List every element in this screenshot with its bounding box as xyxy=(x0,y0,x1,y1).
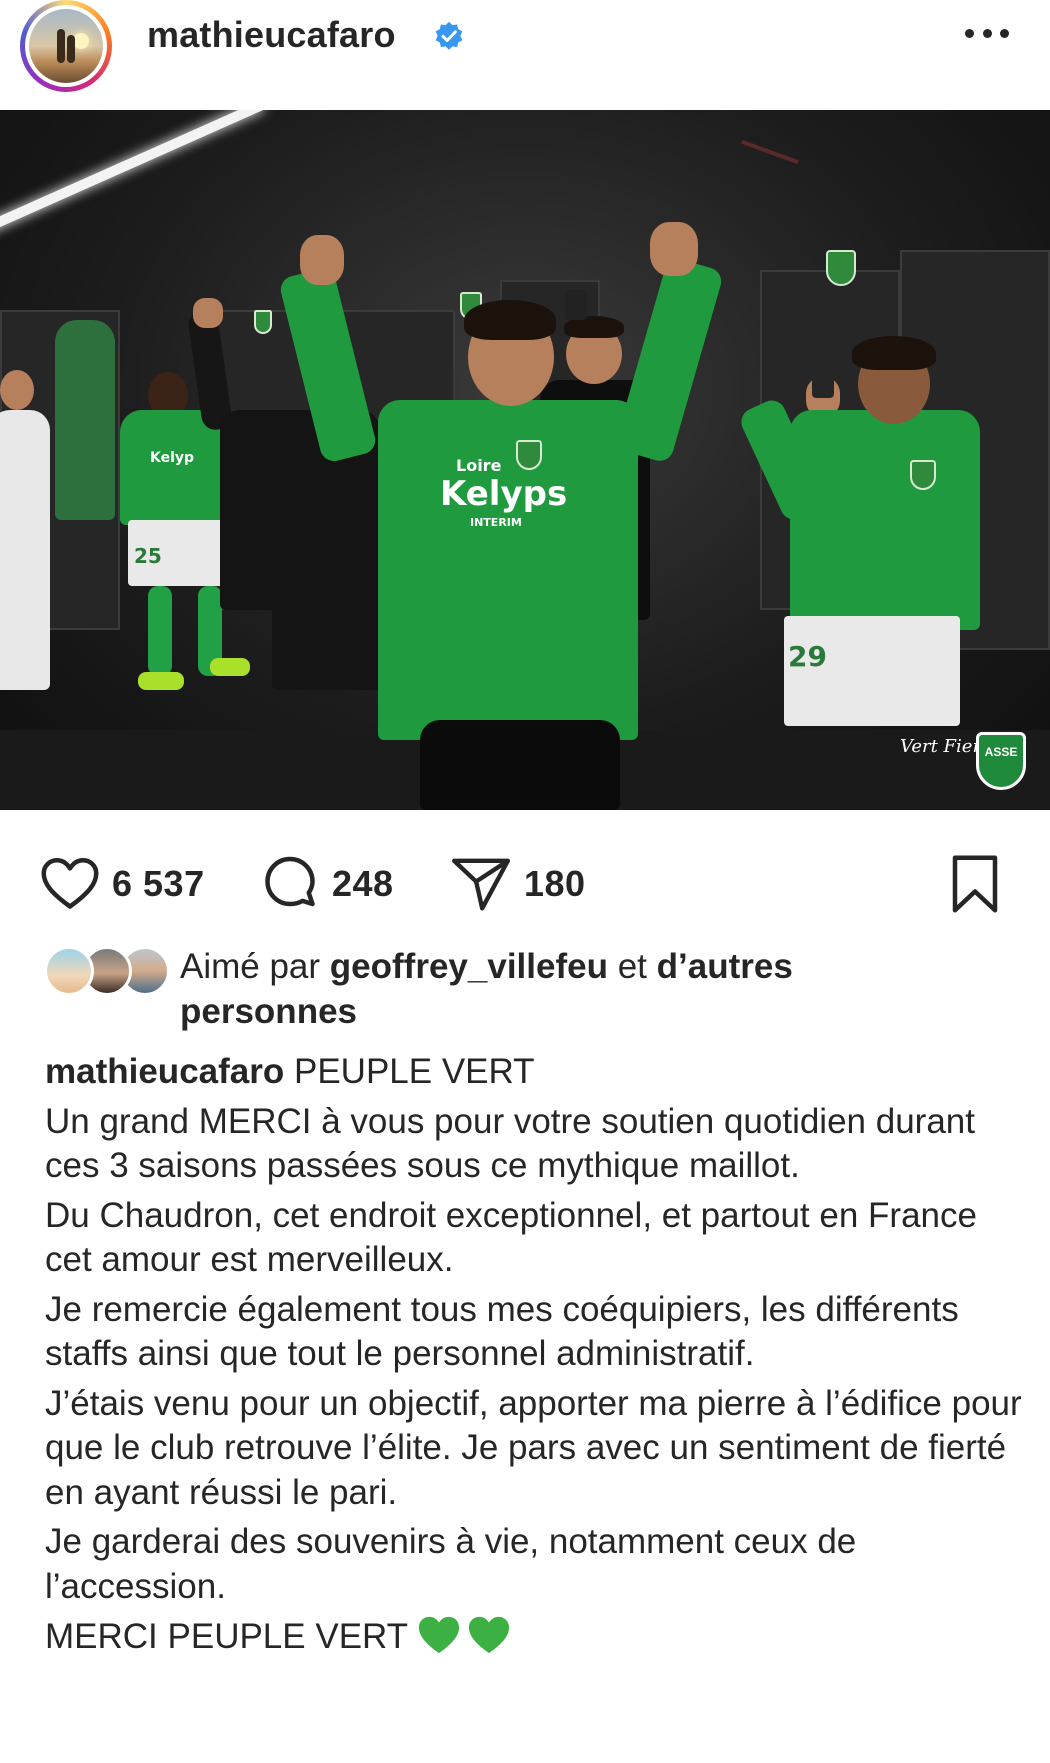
liker-avatar[interactable] xyxy=(44,946,94,996)
liked-by-user[interactable]: geoffrey_villefeu xyxy=(330,947,608,986)
caption-paragraph: Je remercie également tous mes coéquipie… xyxy=(45,1289,959,1374)
caption-paragraph: J’étais venu pour un objectif, apporter … xyxy=(45,1383,1022,1512)
comment-bubble-icon xyxy=(265,856,315,907)
paper-plane-icon xyxy=(452,858,510,911)
share-button[interactable]: 180 xyxy=(450,854,586,914)
heart-outline-icon xyxy=(41,858,99,909)
comment-button[interactable]: 248 xyxy=(260,854,394,914)
sponsor-sub-text: INTERIM xyxy=(470,516,522,529)
liked-by-prefix: Aimé par xyxy=(180,947,321,986)
liked-by-connector: et xyxy=(617,947,647,986)
post-photo[interactable]: Kelyp 25 Loire Kelyps INTERIM 29 Vert Fi… xyxy=(0,110,1050,810)
comments-count[interactable]: 248 xyxy=(332,863,394,905)
green-heart-icon xyxy=(469,1616,510,1654)
bookmark-icon xyxy=(952,855,998,913)
club-logo-watermark: ASSE xyxy=(976,732,1026,790)
more-horizontal-icon[interactable] xyxy=(965,26,1009,40)
shares-count[interactable]: 180 xyxy=(524,863,586,905)
story-ring[interactable] xyxy=(20,0,112,92)
watermark-text: Vert Fier xyxy=(900,736,982,757)
caption-closing: MERCI PEUPLE VERT xyxy=(45,1617,409,1656)
post-username[interactable]: mathieucafaro xyxy=(147,14,396,56)
liked-by-text: Aimé par geoffrey_villefeu et d’autres p… xyxy=(180,944,940,1034)
caption-paragraph: Un grand MERCI à vous pour votre soutien… xyxy=(45,1101,975,1186)
profile-avatar[interactable] xyxy=(29,9,103,83)
likes-count[interactable]: 6 537 xyxy=(112,863,205,905)
post-caption: mathieucafaro PEUPLE VERT Un grand MERCI… xyxy=(45,1050,1025,1665)
caption-paragraph: Je garderai des souvenirs à vie, notamme… xyxy=(45,1522,857,1606)
like-button[interactable]: 6 537 xyxy=(40,854,205,914)
caption-title: PEUPLE VERT xyxy=(293,1052,535,1091)
shirt-number-right: 29 xyxy=(788,640,827,673)
sponsor-main-text: Kelyps xyxy=(440,474,568,514)
caption-paragraph: Du Chaudron, cet endroit exceptionnel, e… xyxy=(45,1195,977,1280)
green-heart-icon xyxy=(419,1616,460,1654)
shirt-number-left: 25 xyxy=(134,544,162,568)
sponsor-top-text: Loire xyxy=(456,456,502,475)
verified-badge-icon xyxy=(435,21,463,50)
caption-username[interactable]: mathieucafaro xyxy=(45,1052,284,1091)
action-bar: 6 537 248 180 xyxy=(0,810,1050,930)
save-button[interactable] xyxy=(950,854,1000,914)
liked-by-row: Aimé par geoffrey_villefeu et d’autres p… xyxy=(44,944,1044,1044)
post-header: mathieucafaro xyxy=(0,0,1050,110)
